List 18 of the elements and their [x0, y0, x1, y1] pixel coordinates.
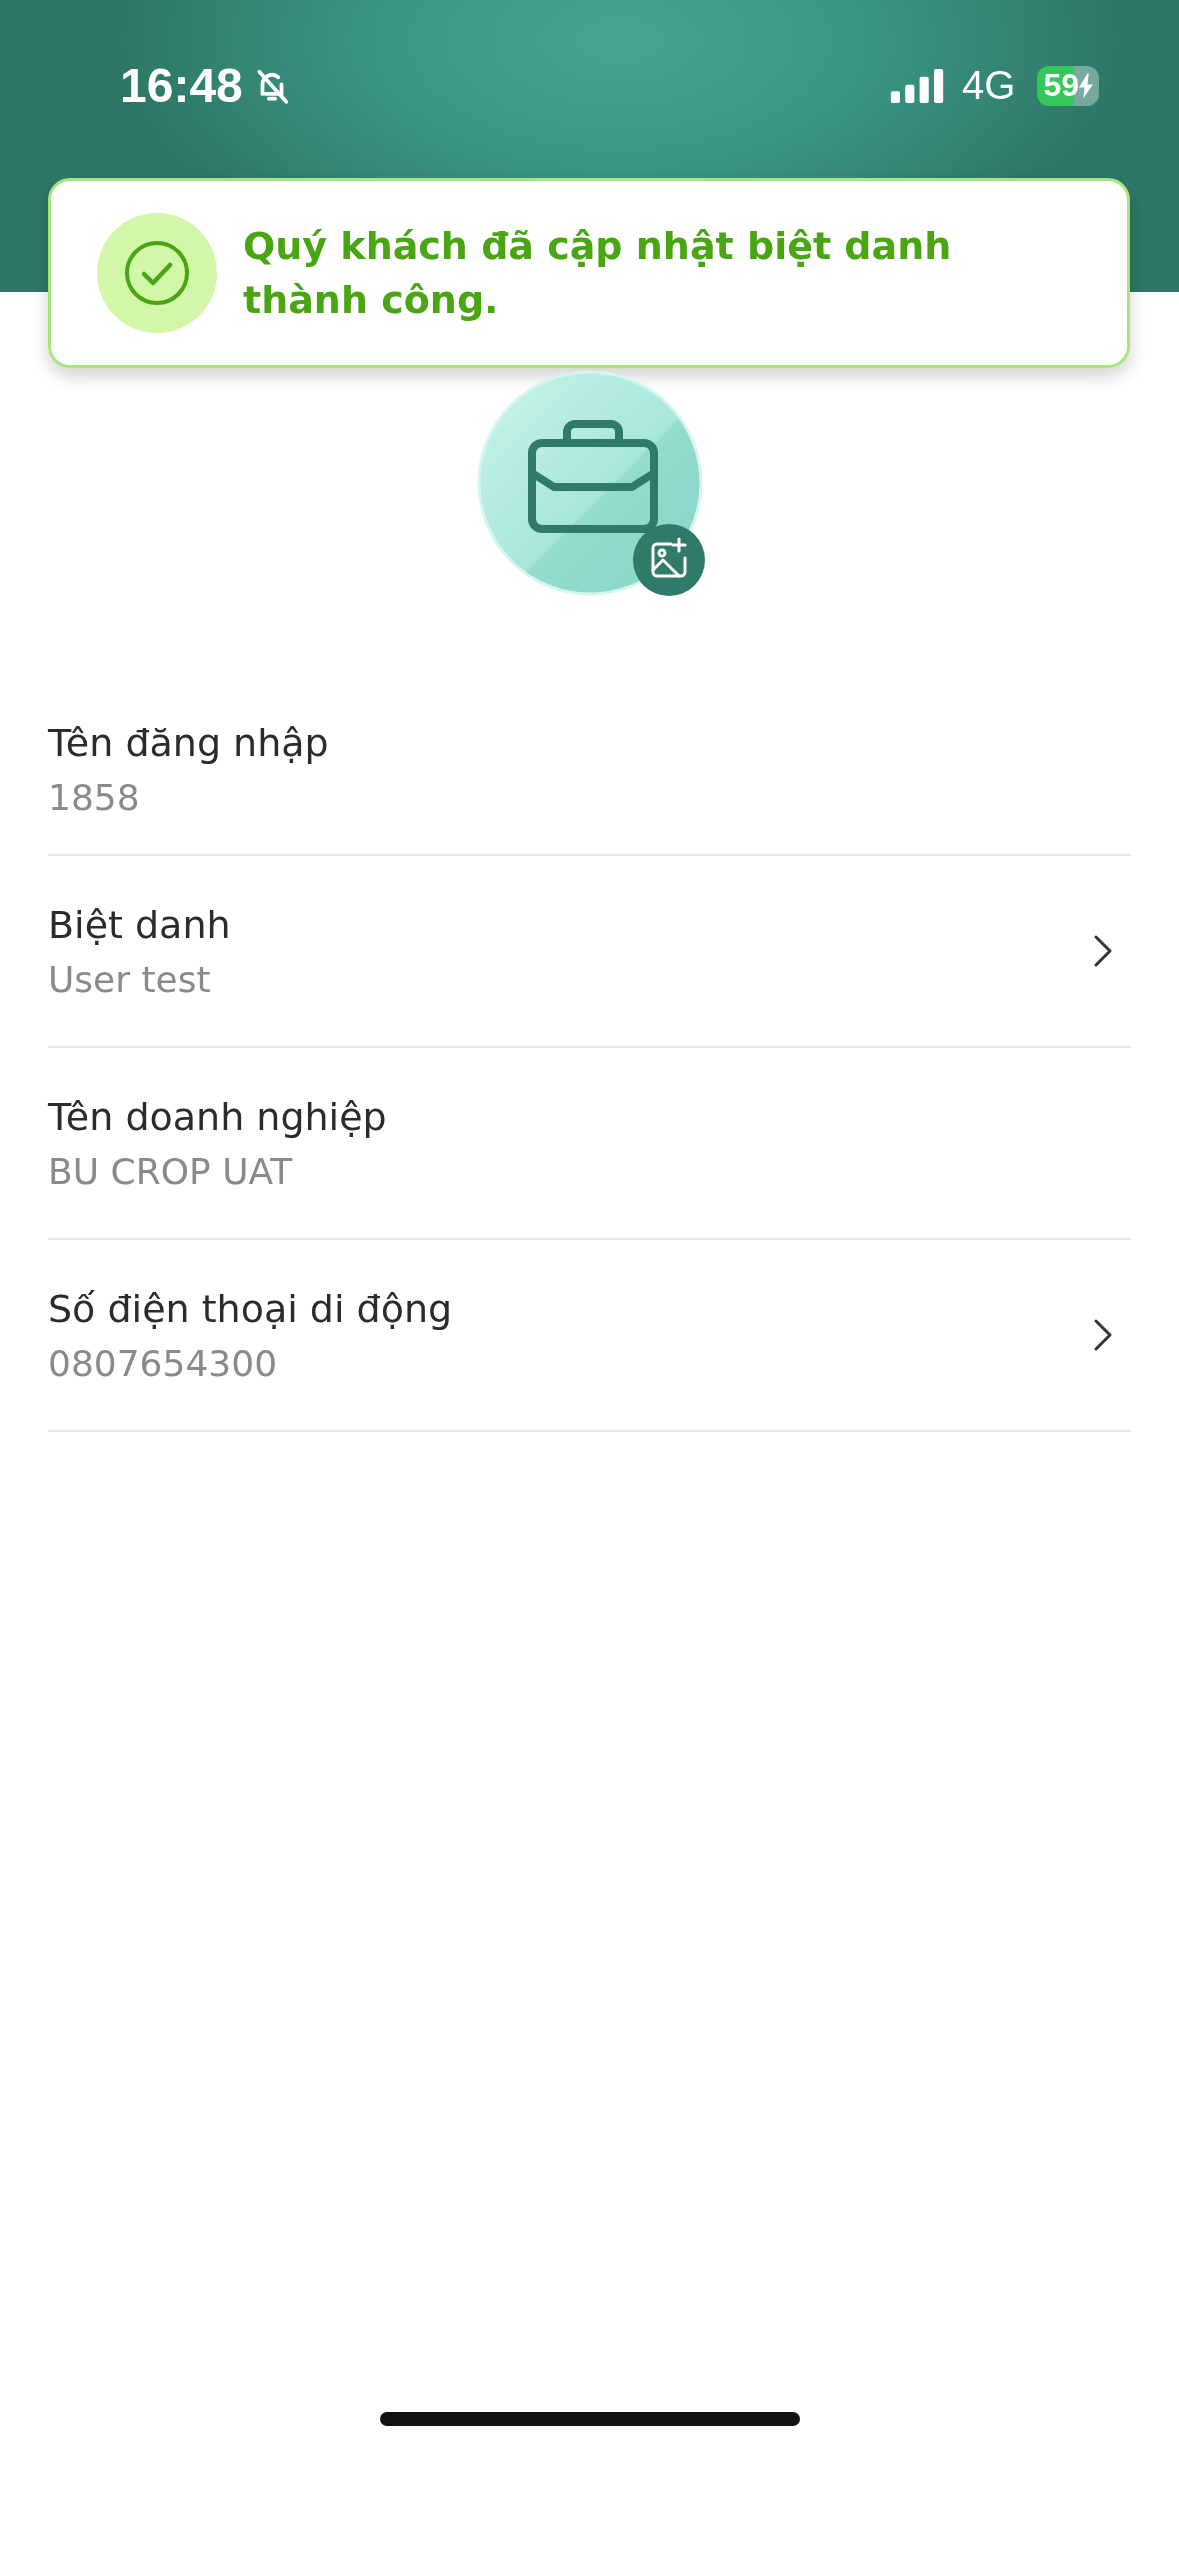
- field-label: Tên đăng nhập: [48, 720, 329, 765]
- battery-indicator: 59: [1037, 65, 1099, 106]
- field-value: BU CROP UAT: [48, 1150, 294, 1192]
- field-value: User test: [48, 958, 212, 1000]
- field-label: Biệt danh: [48, 902, 231, 947]
- field-value: 1858: [48, 776, 141, 818]
- network-label: 4G: [962, 63, 1016, 108]
- signal-icon: [890, 68, 945, 103]
- add-photo-icon[interactable]: [632, 524, 705, 596]
- status-time: 16:48: [120, 58, 243, 113]
- field-label: Số điện thoại di động: [48, 1286, 453, 1331]
- toast-message: Quý khách đã cập nhật biệt danh thành công.: [243, 223, 953, 324]
- profile-row[interactable]: Biệt danh User test: [48, 856, 1131, 1048]
- briefcase-avatar[interactable]: [476, 370, 703, 596]
- profile-row[interactable]: Số điện thoại di động 0807654300: [48, 1240, 1131, 1432]
- field-value: 0807654300: [48, 1342, 279, 1384]
- field-label: Tên doanh nghiệp: [48, 1094, 387, 1139]
- check-circle-icon: [97, 213, 217, 333]
